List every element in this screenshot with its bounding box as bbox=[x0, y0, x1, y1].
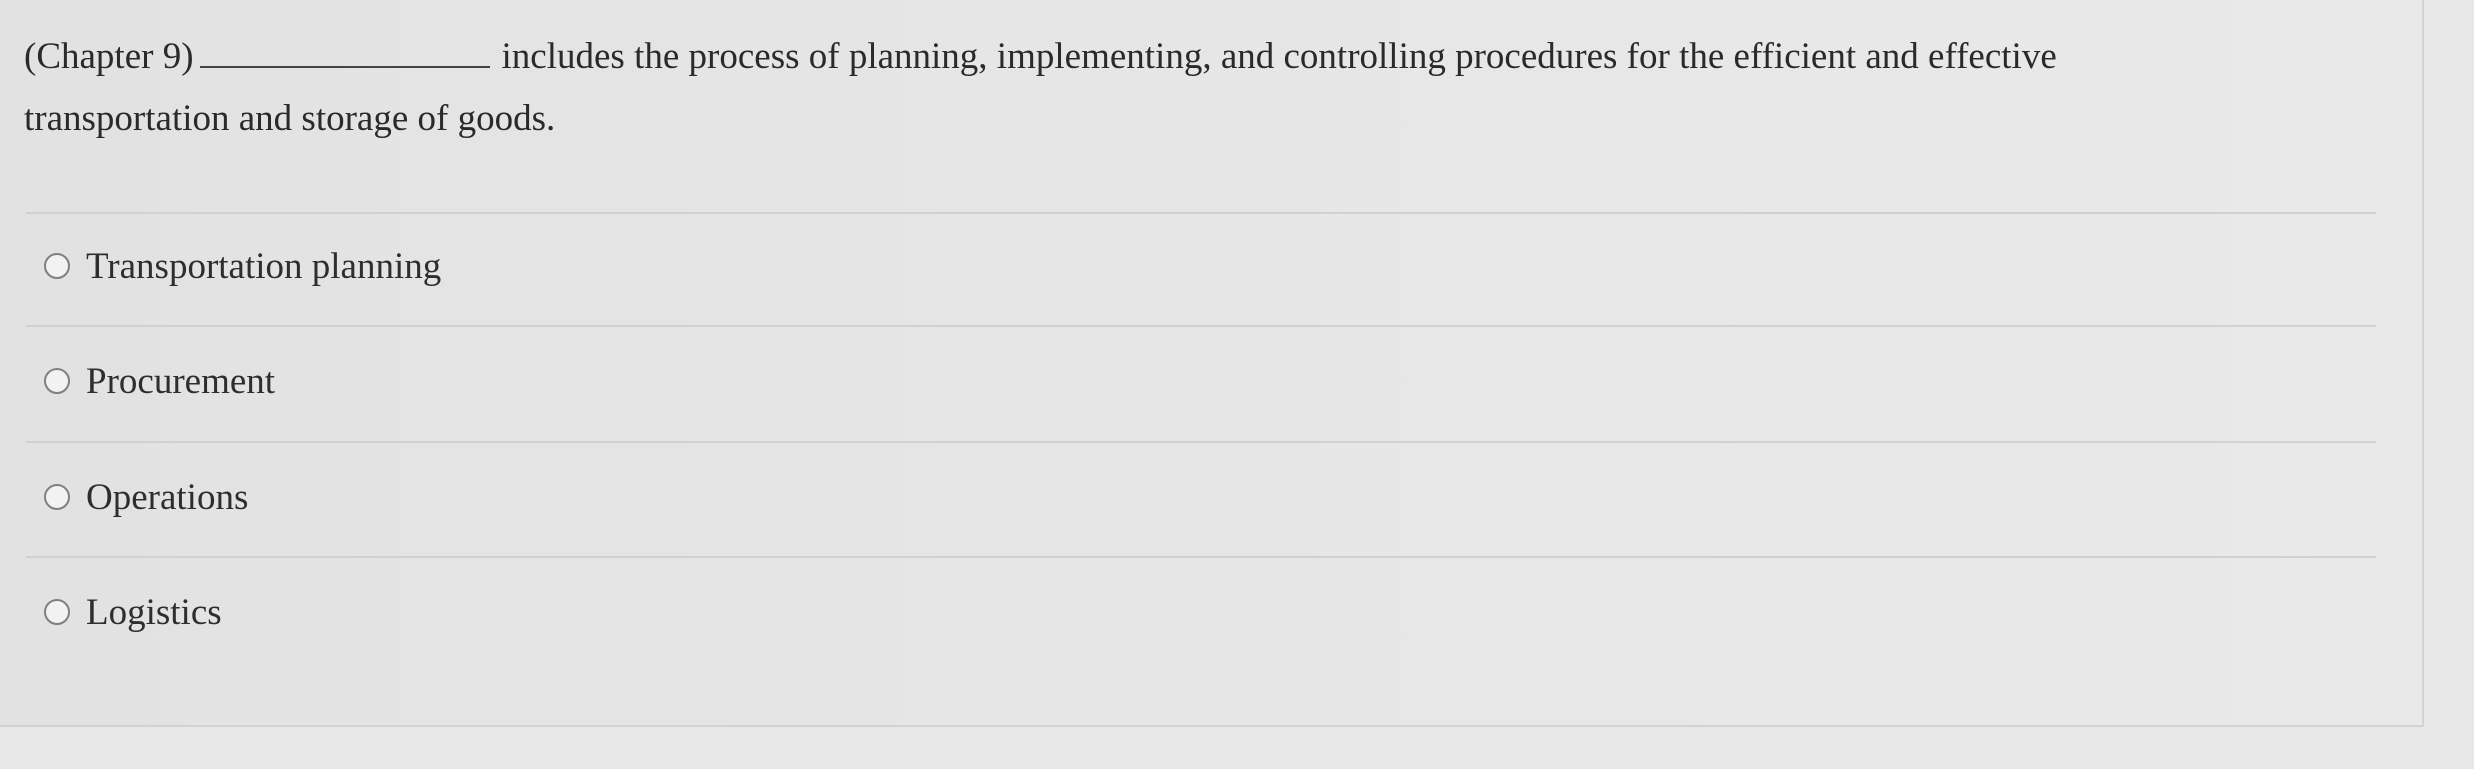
question-stem-line1: includes the process of planning, implem… bbox=[501, 36, 2057, 77]
option-label: Logistics bbox=[86, 591, 222, 633]
divider bbox=[26, 441, 2376, 443]
option-label: Transportation planning bbox=[86, 245, 442, 287]
divider bbox=[26, 212, 2376, 214]
option-transportation-planning[interactable]: Transportation planning bbox=[44, 236, 441, 296]
divider bbox=[26, 325, 2376, 327]
radio-button[interactable] bbox=[44, 253, 70, 279]
radio-button[interactable] bbox=[44, 599, 70, 625]
radio-button[interactable] bbox=[44, 484, 70, 510]
radio-button[interactable] bbox=[44, 368, 70, 394]
option-procurement[interactable]: Procurement bbox=[44, 351, 275, 411]
chapter-label: (Chapter 9) bbox=[24, 36, 194, 77]
option-logistics[interactable]: Logistics bbox=[44, 582, 222, 642]
option-label: Procurement bbox=[86, 360, 276, 402]
option-operations[interactable]: Operations bbox=[44, 467, 248, 527]
question-panel: (Chapter 9) includes the process of plann… bbox=[0, 0, 2424, 727]
divider bbox=[26, 556, 2376, 558]
option-label: Operations bbox=[86, 476, 249, 518]
answer-blank bbox=[199, 38, 490, 68]
question-text: (Chapter 9) includes the process of plann… bbox=[24, 26, 2384, 150]
question-stem-line2: transportation and storage of goods. bbox=[24, 98, 556, 139]
